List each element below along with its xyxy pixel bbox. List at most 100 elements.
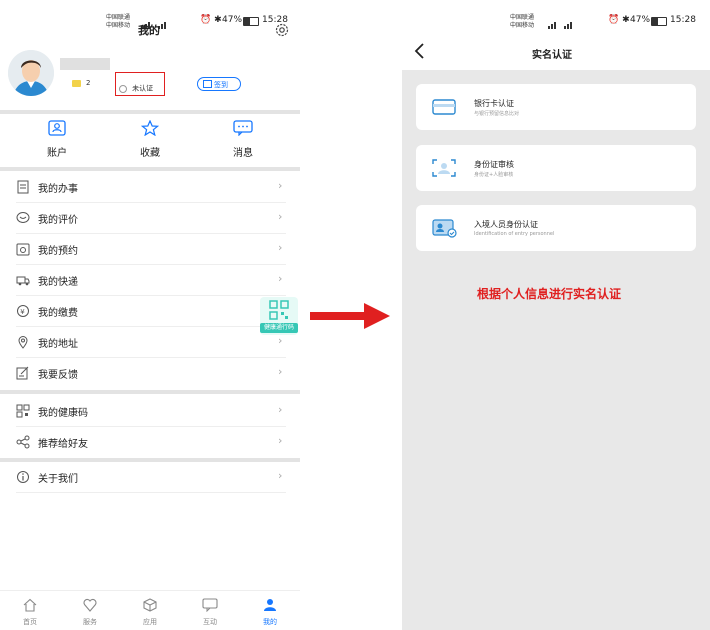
page-title: 实名认证 — [532, 50, 572, 61]
document-icon — [17, 180, 29, 194]
chevron-right-icon: › — [278, 272, 283, 285]
tab-interaction[interactable]: 互动 — [190, 597, 230, 627]
tab-home[interactable]: 首页 — [10, 597, 50, 627]
message-icon — [233, 120, 253, 137]
menu-my-express[interactable]: 我的快递 › — [0, 265, 300, 296]
tab-service[interactable]: 服务 — [70, 597, 110, 627]
menu-my-reviews[interactable]: 我的评价 › — [0, 203, 300, 234]
card-subtitle: Identification of entry personnel — [474, 231, 555, 237]
menu-label: 关于我们 — [38, 474, 78, 485]
chevron-right-icon: › — [278, 403, 283, 416]
status-time: 15:28 — [670, 15, 696, 25]
service-icon — [83, 598, 97, 612]
svg-text:¥: ¥ — [20, 308, 25, 316]
quick-favorites[interactable]: 收藏 — [120, 119, 180, 159]
health-code-float-button[interactable]: 健康通行码 — [260, 297, 298, 335]
menu-label: 我的健康码 — [38, 408, 88, 419]
id-scan-icon — [432, 159, 456, 177]
menu-my-affairs[interactable]: 我的办事 › — [0, 172, 300, 203]
checkin-label: 签到 — [214, 81, 228, 89]
tab-label: 我的 — [263, 618, 277, 626]
shield-icon — [119, 84, 127, 93]
payment-icon: ¥ — [17, 305, 29, 317]
quick-messages[interactable]: 消息 — [213, 120, 273, 159]
tab-label: 互动 — [203, 618, 217, 626]
feedback-icon — [16, 366, 29, 380]
calendar-icon — [16, 243, 30, 256]
gear-icon[interactable] — [274, 22, 290, 38]
alarm-bt-icon: ⏰ ✱ — [608, 15, 630, 25]
chevron-right-icon: › — [278, 179, 283, 192]
menu-label: 推荐给好友 — [38, 439, 88, 450]
calendar-small-icon — [203, 80, 212, 88]
chevron-right-icon: › — [278, 365, 283, 378]
battery-level: 47% — [222, 15, 243, 25]
entry-id-icon — [432, 219, 457, 238]
star-icon — [140, 119, 160, 137]
qrcode-icon — [269, 300, 289, 320]
tabbar-divider — [0, 590, 300, 591]
alarm-bt-icon: ⏰ ✱ — [200, 15, 222, 25]
avatar[interactable] — [8, 50, 54, 96]
section-divider — [0, 110, 300, 114]
tab-apps[interactable]: 应用 — [130, 597, 170, 627]
chevron-right-icon: › — [278, 469, 283, 482]
health-badge-label: 健康通行码 — [260, 323, 298, 333]
menu-recommend-friends[interactable]: 推荐给好友 › — [0, 427, 300, 458]
my-page-screen: 中国联通 中国移动 ⏰ ✱ 47% 15:28 我的 2 未认证 签到 账户 收… — [0, 0, 300, 630]
quick-messages-label: 消息 — [233, 148, 253, 159]
card-subtitle: 身份证+人脸审核 — [474, 172, 514, 178]
qrcode-icon — [16, 404, 30, 418]
truck-icon — [16, 276, 30, 286]
home-icon — [23, 598, 37, 612]
real-name-auth-screen: 中国联通 中国移动 ⏰ ✱ 47% 15:28 实名认证 银行卡认证 与银行预留… — [402, 0, 710, 630]
points-value: 2 — [86, 79, 91, 87]
menu-about-us[interactable]: 关于我们 › — [0, 462, 300, 493]
signal-icon — [142, 14, 172, 29]
chevron-right-icon: › — [278, 241, 283, 254]
menu-label: 我的快递 — [38, 277, 78, 288]
menu-label: 我的缴费 — [38, 308, 78, 319]
card-title: 银行卡认证 — [474, 99, 514, 108]
page-title: 我的 — [138, 24, 160, 37]
tab-mine[interactable]: 我的 — [250, 597, 290, 627]
menu-health-code[interactable]: 我的健康码 › — [0, 396, 300, 427]
share-icon — [16, 435, 30, 449]
id-card-review-card[interactable]: 身份证审核 身份证+人脸审核 — [416, 145, 696, 191]
card-title: 入境人员身份认证 — [474, 220, 538, 229]
red-arrow — [310, 303, 390, 329]
navbar: 中国联通 中国移动 ⏰ ✱ 47% 15:28 实名认证 — [402, 0, 710, 70]
carrier-2: 中国移动 — [106, 22, 131, 29]
quick-account[interactable]: 账户 — [27, 120, 87, 159]
chevron-right-icon: › — [278, 434, 283, 447]
bank-card-auth-card[interactable]: 银行卡认证 与银行预留信息比对 — [416, 84, 696, 130]
tab-label: 服务 — [83, 618, 97, 626]
coin-icon — [72, 80, 81, 87]
entry-personnel-auth-card[interactable]: 入境人员身份认证 Identification of entry personn… — [416, 205, 696, 251]
tab-label: 应用 — [143, 618, 157, 626]
battery-level: 47% — [630, 15, 651, 25]
menu-my-address[interactable]: 我的地址 › — [0, 327, 300, 358]
signal-icon — [548, 14, 578, 29]
section-divider — [0, 167, 300, 171]
info-icon — [17, 471, 29, 483]
comment-icon — [16, 212, 30, 223]
carrier-1: 中国联通 — [510, 14, 535, 21]
unverified-badge[interactable]: 未认证 — [119, 78, 153, 93]
menu-label: 我的办事 — [38, 184, 78, 195]
chat-icon — [202, 598, 218, 613]
menu-my-appointments[interactable]: 我的预约 › — [0, 234, 300, 265]
menu-label: 我的评价 — [38, 215, 78, 226]
unverified-label: 未认证 — [132, 84, 154, 93]
carrier-2: 中国移动 — [510, 22, 535, 29]
checkin-button[interactable]: 签到 — [197, 77, 241, 91]
apps-icon — [143, 598, 157, 612]
quick-favorites-label: 收藏 — [140, 148, 160, 159]
account-icon — [48, 120, 66, 136]
card-subtitle: 与银行预留信息比对 — [474, 111, 520, 117]
menu-my-payments[interactable]: ¥ 我的缴费 — [0, 296, 300, 327]
back-icon[interactable] — [414, 43, 426, 59]
quick-account-label: 账户 — [47, 148, 67, 159]
username-blurred — [60, 58, 110, 70]
menu-feedback[interactable]: 我要反馈 › — [0, 358, 300, 389]
